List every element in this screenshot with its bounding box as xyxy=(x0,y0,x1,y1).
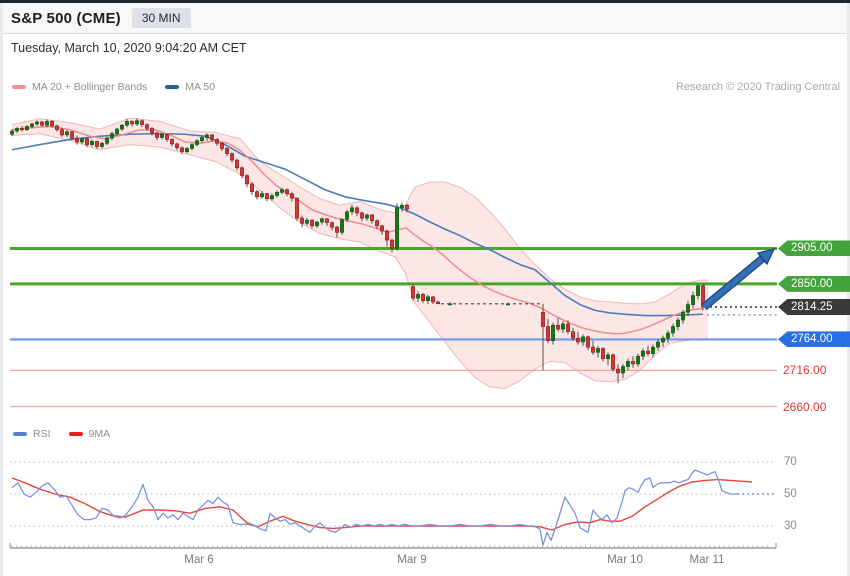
trading-central-chart-page: S&P 500 (CME) 30 MIN Tuesday, March 10, … xyxy=(0,0,850,576)
x-axis-tick-mar6: Mar 6 xyxy=(184,554,214,566)
support-label-2716: 2716.00 xyxy=(783,363,827,378)
ma50-legend-dash xyxy=(165,85,180,89)
rsi-scale-50: 50 xyxy=(784,488,797,500)
ma20-legend-label: MA 20 + Bollinger Bands xyxy=(32,81,148,93)
research-watermark: Research © 2020 Trading Central xyxy=(675,81,840,93)
rsi-legend-label: RSI xyxy=(33,428,51,440)
support-label-2660: 2660.00 xyxy=(783,399,827,414)
x-axis-tick-mar11: Mar 11 xyxy=(689,554,725,566)
resistance-badge-2850: 2850.00 xyxy=(778,275,850,292)
ma9-legend-dash xyxy=(68,432,83,436)
resistance-2905-label: 2905.00 xyxy=(791,242,833,255)
support-badge-2764: 2764.00 xyxy=(778,331,850,348)
support-2764-label: 2764.00 xyxy=(791,333,833,346)
rsi-legend: RSI 9MA xyxy=(13,428,128,440)
last-price-badge: 2814.25 xyxy=(778,299,850,315)
ma9-legend-label: 9MA xyxy=(88,428,111,440)
resistance-2850-label: 2850.00 xyxy=(791,277,833,290)
ma20-legend-dash xyxy=(12,85,26,89)
rsi-scale-30: 30 xyxy=(784,520,797,532)
x-axis-tick-mar9: Mar 9 xyxy=(397,554,427,566)
ma50-legend-label: MA 50 xyxy=(185,81,216,93)
main-chart-legend: MA 20 + Bollinger Bands MA 50 xyxy=(12,81,233,93)
header-bar: S&P 500 (CME) 30 MIN xyxy=(3,3,847,34)
chart-timestamp: Tuesday, March 10, 2020 9:04:20 AM CET xyxy=(11,41,247,55)
x-axis-tick-mar10: Mar 10 xyxy=(607,554,643,566)
rsi-scale-70: 70 xyxy=(784,456,797,468)
last-price-label: 2814.25 xyxy=(791,301,833,313)
rsi-legend-dash xyxy=(13,432,27,436)
resistance-badge-2905: 2905.00 xyxy=(778,240,850,257)
timeframe-badge[interactable]: 30 MIN xyxy=(131,8,191,28)
instrument-title: S&P 500 (CME) xyxy=(11,9,121,27)
